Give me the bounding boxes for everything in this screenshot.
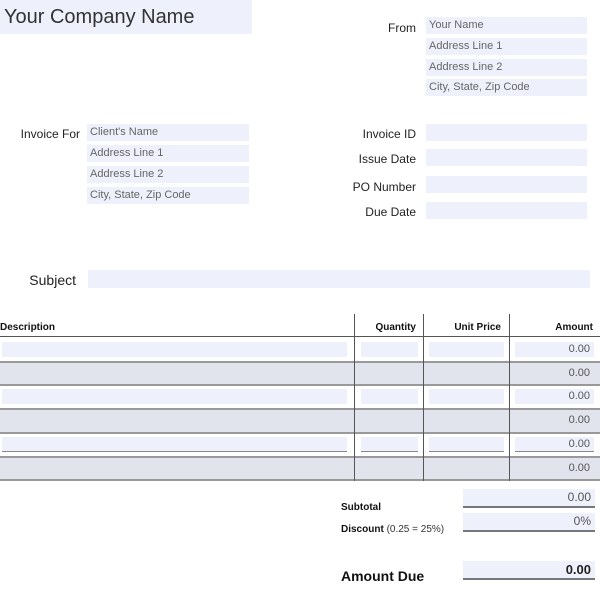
due-date-label: Due Date bbox=[365, 205, 416, 219]
column-header-amount: Amount bbox=[555, 322, 593, 333]
invoice-for-label: Invoice For bbox=[20, 127, 80, 141]
discount-note: (0.25 = 25%) bbox=[386, 524, 445, 535]
discount-field[interactable]: 0% bbox=[463, 513, 595, 532]
from-city-field[interactable]: City, State, Zip Code bbox=[426, 79, 587, 96]
due-date-field[interactable] bbox=[426, 202, 587, 219]
description-cell[interactable] bbox=[2, 342, 347, 357]
quantity-cell[interactable] bbox=[361, 365, 418, 381]
quantity-cell[interactable] bbox=[361, 460, 418, 476]
client-name-field[interactable]: Client's Name bbox=[87, 124, 249, 141]
from-address1-field[interactable]: Address Line 1 bbox=[426, 38, 587, 55]
description-cell[interactable] bbox=[2, 460, 347, 476]
amount-cell: 0.00 bbox=[515, 413, 594, 429]
description-cell[interactable] bbox=[2, 436, 347, 452]
company-name-field[interactable]: Your Company Name bbox=[0, 0, 252, 34]
description-cell[interactable] bbox=[2, 365, 347, 381]
client-city-field[interactable]: City, State, Zip Code bbox=[87, 187, 249, 204]
column-divider bbox=[423, 314, 424, 481]
amount-due-field: 0.00 bbox=[463, 561, 595, 580]
client-address2-field[interactable]: Address Line 2 bbox=[87, 166, 249, 183]
row-divider bbox=[0, 479, 600, 482]
subtotal-label: Subtotal bbox=[341, 502, 381, 513]
column-header-description: Description bbox=[0, 322, 56, 333]
from-label: From bbox=[388, 21, 416, 35]
quantity-cell[interactable] bbox=[361, 389, 418, 405]
po-number-field[interactable] bbox=[426, 176, 587, 193]
subtotal-field: 0.00 bbox=[463, 489, 595, 508]
unit-price-cell[interactable] bbox=[429, 389, 504, 405]
table-row: 0.00 bbox=[0, 457, 600, 480]
unit-price-cell[interactable] bbox=[429, 436, 504, 452]
unit-price-cell[interactable] bbox=[429, 365, 504, 381]
unit-price-cell[interactable] bbox=[429, 342, 504, 357]
amount-cell: 0.00 bbox=[515, 389, 594, 405]
column-header-unit-price: Unit Price bbox=[454, 322, 501, 333]
column-divider bbox=[354, 314, 355, 481]
table-row: 0.00 bbox=[0, 434, 600, 456]
amount-cell: 0.00 bbox=[515, 365, 594, 381]
invoice-id-field[interactable] bbox=[426, 124, 587, 141]
table-row: 0.00 bbox=[0, 386, 600, 408]
discount-label-text: Discount bbox=[341, 524, 384, 535]
table-row: 0.00 bbox=[0, 339, 600, 361]
table-header-divider bbox=[0, 336, 600, 337]
quantity-cell[interactable] bbox=[361, 413, 418, 429]
po-number-label: PO Number bbox=[352, 180, 416, 194]
quantity-cell[interactable] bbox=[361, 436, 418, 452]
description-cell[interactable] bbox=[2, 389, 347, 405]
discount-label: Discount (0.25 = 25%) bbox=[341, 524, 444, 535]
from-name-field[interactable]: Your Name bbox=[426, 17, 587, 34]
unit-price-cell[interactable] bbox=[429, 460, 504, 476]
quantity-cell[interactable] bbox=[361, 342, 418, 357]
client-address1-field[interactable]: Address Line 1 bbox=[87, 145, 249, 162]
subject-label: Subject bbox=[29, 272, 76, 288]
description-cell[interactable] bbox=[2, 413, 347, 429]
amount-due-label: Amount Due bbox=[341, 568, 425, 584]
table-row: 0.00 bbox=[0, 410, 600, 432]
column-divider bbox=[509, 314, 510, 481]
from-address2-field[interactable]: Address Line 2 bbox=[426, 59, 587, 76]
issue-date-field[interactable] bbox=[426, 149, 587, 166]
unit-price-cell[interactable] bbox=[429, 413, 504, 429]
invoice-id-label: Invoice ID bbox=[362, 127, 416, 141]
table-row: 0.00 bbox=[0, 362, 600, 385]
amount-cell: 0.00 bbox=[515, 460, 594, 476]
amount-cell: 0.00 bbox=[515, 436, 594, 452]
amount-cell: 0.00 bbox=[515, 342, 594, 357]
column-header-quantity: Quantity bbox=[375, 322, 416, 333]
subject-field[interactable] bbox=[88, 270, 590, 288]
issue-date-label: Issue Date bbox=[358, 152, 416, 166]
